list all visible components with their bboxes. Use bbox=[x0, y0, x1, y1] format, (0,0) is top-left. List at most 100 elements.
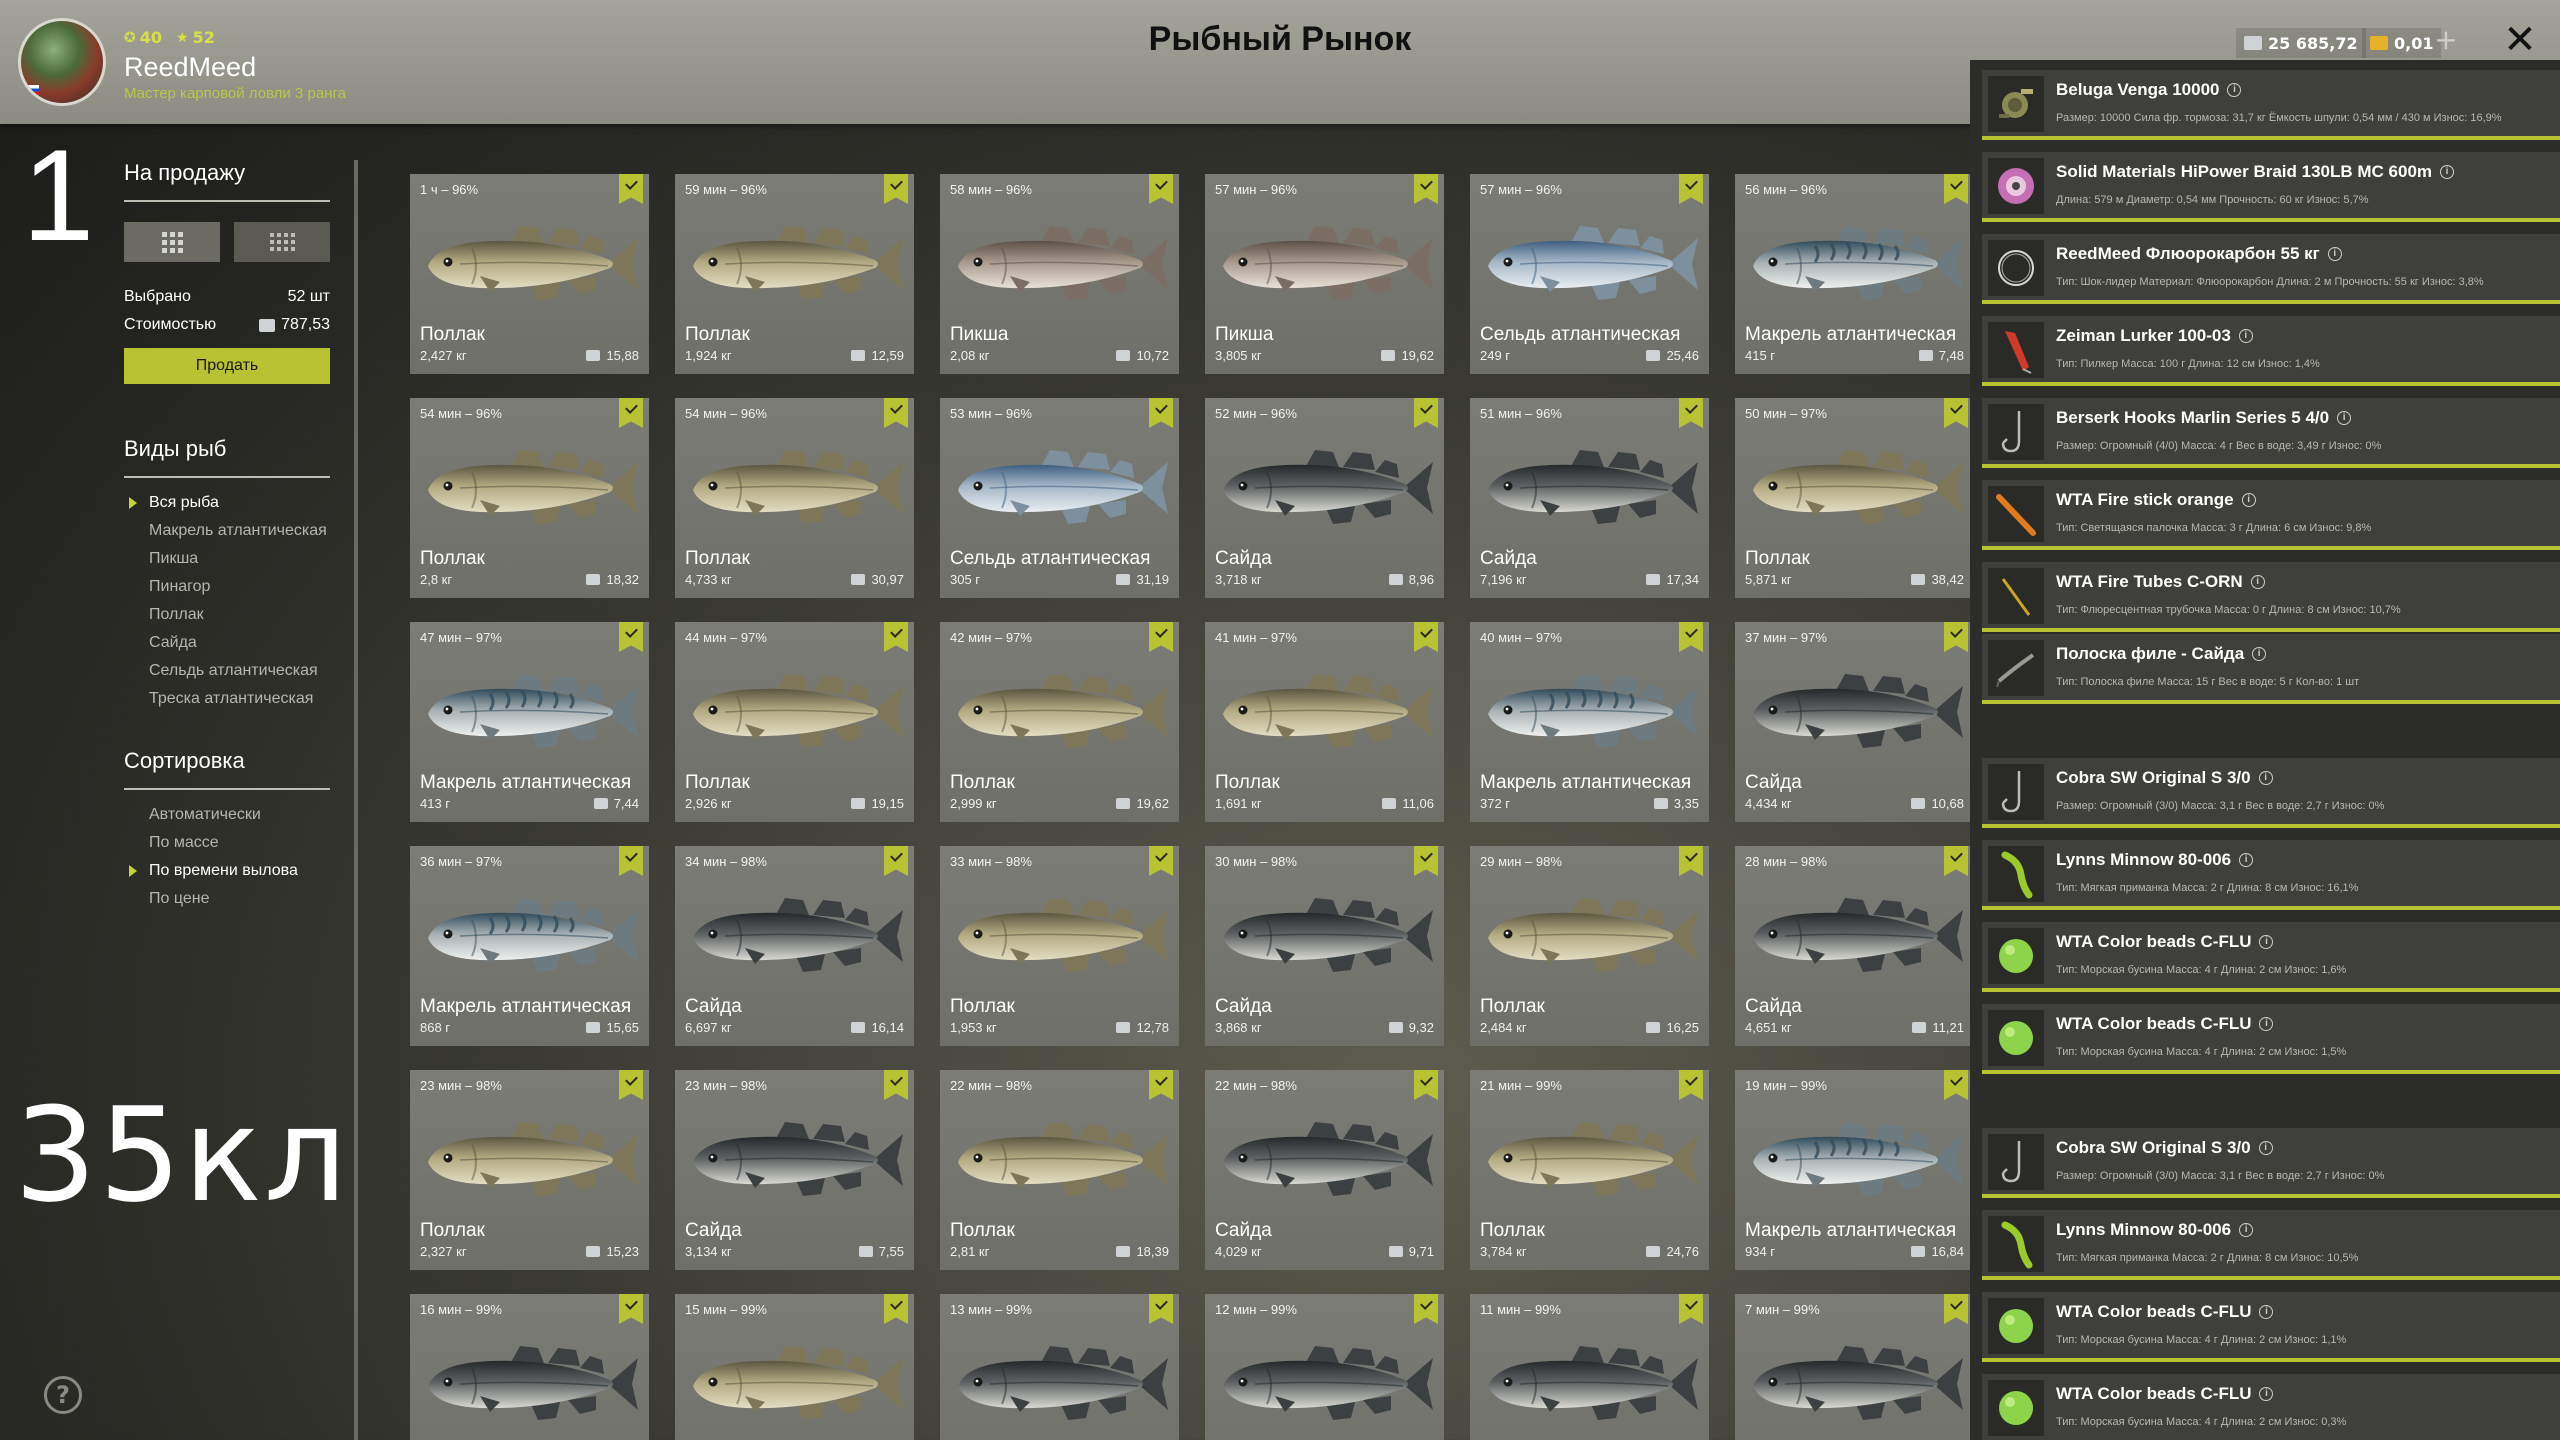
fish-card[interactable]: 22 мин – 98% Поллак 2,81 кг 18,39 bbox=[940, 1070, 1179, 1270]
fish-card[interactable]: 1 ч – 96% Поллак 2,427 кг 15,88 bbox=[410, 174, 649, 374]
selected-check-icon[interactable] bbox=[1414, 1070, 1438, 1100]
fish-card[interactable]: 23 мин – 98% Сайда 3,134 кг 7,55 bbox=[675, 1070, 914, 1270]
tackle-item[interactable]: Cobra SW Original S 3/0 i Размер: Огромный… bbox=[1982, 758, 2560, 828]
selected-check-icon[interactable] bbox=[619, 1070, 643, 1100]
fish-card[interactable]: 57 мин – 96% Сельдь атлантическая 249 г 25,… bbox=[1470, 174, 1709, 374]
selected-check-icon[interactable] bbox=[1414, 622, 1438, 652]
fish-card[interactable]: 54 мин – 96% Поллак 2,8 кг 18,32 bbox=[410, 398, 649, 598]
fish-card[interactable]: 37 мин – 97% Сайда 4,434 кг 10,68 bbox=[1735, 622, 1970, 822]
info-icon[interactable]: i bbox=[2250, 575, 2265, 589]
selected-check-icon[interactable] bbox=[619, 398, 643, 428]
info-icon[interactable]: i bbox=[2440, 165, 2455, 179]
selected-check-icon[interactable] bbox=[1944, 174, 1968, 204]
selected-check-icon[interactable] bbox=[1149, 622, 1173, 652]
species-filter-item[interactable]: Макрель атлантическая bbox=[124, 522, 330, 540]
info-icon[interactable]: i bbox=[2258, 1141, 2273, 1155]
info-icon[interactable]: i bbox=[2227, 83, 2242, 97]
species-filter-item[interactable]: Треска атлантическая bbox=[124, 690, 330, 708]
tackle-item[interactable]: Beluga Venga 10000 i Размер: 10000 Сила фр… bbox=[1982, 70, 2560, 140]
fish-card[interactable]: 16 мин – 99% bbox=[410, 1294, 649, 1440]
selected-check-icon[interactable] bbox=[1944, 398, 1968, 428]
fish-card[interactable]: 59 мин – 96% Поллак 1,924 кг 12,59 bbox=[675, 174, 914, 374]
selected-check-icon[interactable] bbox=[1944, 1070, 1968, 1100]
selected-check-icon[interactable] bbox=[619, 622, 643, 652]
fish-card[interactable]: 51 мин – 96% Сайда 7,196 кг 17,34 bbox=[1470, 398, 1709, 598]
fish-card[interactable]: 56 мин – 96% Макрель атлантическая 415 г 7,… bbox=[1735, 174, 1970, 374]
tackle-item[interactable]: WTA Fire Tubes C-ORN i Тип: Флюресцентная … bbox=[1982, 562, 2560, 632]
fish-card[interactable]: 54 мин – 96% Поллак 4,733 кг 30,97 bbox=[675, 398, 914, 598]
close-button[interactable]: ✕ bbox=[2500, 18, 2540, 62]
info-icon[interactable]: i bbox=[2239, 853, 2254, 867]
selected-check-icon[interactable] bbox=[1149, 174, 1173, 204]
species-filter-item[interactable]: Пинагор bbox=[124, 578, 330, 596]
selected-check-icon[interactable] bbox=[619, 1294, 643, 1324]
help-button[interactable]: ? bbox=[44, 1376, 82, 1414]
tackle-item[interactable]: ReedMeed Флюорокарбон 55 кг i Тип: Шок-лид… bbox=[1982, 234, 2560, 304]
info-icon[interactable]: i bbox=[2238, 329, 2253, 343]
large-grid-view-button[interactable] bbox=[124, 222, 220, 262]
fish-card[interactable]: 23 мин – 98% Поллак 2,327 кг 15,23 bbox=[410, 1070, 649, 1270]
info-icon[interactable]: i bbox=[2258, 771, 2273, 785]
tackle-item[interactable]: WTA Color beads C-FLU i Тип: Морская бусин… bbox=[1982, 1004, 2560, 1074]
species-filter-item[interactable]: Вся рыба bbox=[124, 494, 330, 512]
selected-check-icon[interactable] bbox=[619, 846, 643, 876]
tackle-item[interactable]: Zeiman Lurker 100-03 i Тип: Пилкер Масса: … bbox=[1982, 316, 2560, 386]
fish-card[interactable]: 42 мин – 97% Поллак 2,999 кг 19,62 bbox=[940, 622, 1179, 822]
selected-check-icon[interactable] bbox=[1414, 846, 1438, 876]
tackle-item[interactable]: Solid Materials HiPower Braid 130LB MC 6… bbox=[1982, 152, 2560, 222]
info-icon[interactable]: i bbox=[2252, 647, 2267, 661]
info-icon[interactable]: i bbox=[2259, 935, 2274, 949]
small-grid-view-button[interactable] bbox=[234, 222, 330, 262]
fish-card[interactable]: 29 мин – 98% Поллак 2,484 кг 16,25 bbox=[1470, 846, 1709, 1046]
tackle-item[interactable]: Lynns Minnow 80-006 i Тип: Мягкая приманка… bbox=[1982, 1210, 2560, 1280]
selected-check-icon[interactable] bbox=[1679, 398, 1703, 428]
selected-check-icon[interactable] bbox=[1414, 398, 1438, 428]
fish-card[interactable]: 40 мин – 97% Макрель атлантическая 372 г 3,… bbox=[1470, 622, 1709, 822]
fish-card[interactable]: 47 мин – 97% Макрель атлантическая 413 г 7,… bbox=[410, 622, 649, 822]
fish-card[interactable]: 28 мин – 98% Сайда 4,651 кг 11,21 bbox=[1735, 846, 1970, 1046]
selected-check-icon[interactable] bbox=[1414, 174, 1438, 204]
tackle-item[interactable]: WTA Color beads C-FLU i Тип: Морская бусин… bbox=[1982, 1292, 2560, 1362]
sort-option-item[interactable]: По времени вылова bbox=[124, 862, 330, 880]
sell-button[interactable]: Продать bbox=[124, 348, 330, 384]
species-filter-item[interactable]: Сельдь атлантическая bbox=[124, 662, 330, 680]
fish-card[interactable]: 34 мин – 98% Сайда 6,697 кг 16,14 bbox=[675, 846, 914, 1046]
fish-card[interactable]: 7 мин – 99% bbox=[1735, 1294, 1970, 1440]
species-filter-item[interactable]: Пикша bbox=[124, 550, 330, 568]
tackle-item[interactable]: WTA Color beads C-FLU i Тип: Морская бусин… bbox=[1982, 922, 2560, 992]
selected-check-icon[interactable] bbox=[884, 1070, 908, 1100]
selected-check-icon[interactable] bbox=[1944, 846, 1968, 876]
selected-check-icon[interactable] bbox=[1679, 846, 1703, 876]
tackle-item[interactable]: WTA Fire stick orange i Тип: Светящаяся па… bbox=[1982, 480, 2560, 550]
info-icon[interactable]: i bbox=[2327, 247, 2342, 261]
selected-check-icon[interactable] bbox=[884, 174, 908, 204]
sort-option-item[interactable]: Автоматически bbox=[124, 806, 330, 824]
selected-check-icon[interactable] bbox=[1679, 622, 1703, 652]
fish-card[interactable]: 15 мин – 99% bbox=[675, 1294, 914, 1440]
fish-card[interactable]: 19 мин – 99% Макрель атлантическая 934 г 16… bbox=[1735, 1070, 1970, 1270]
tackle-item[interactable]: Lynns Minnow 80-006 i Тип: Мягкая приманка… bbox=[1982, 840, 2560, 910]
tackle-item[interactable]: Полоска филе - Сайда i Тип: Полоска филе М… bbox=[1982, 634, 2560, 704]
selected-check-icon[interactable] bbox=[884, 398, 908, 428]
fish-card[interactable]: 12 мин – 99% bbox=[1205, 1294, 1444, 1440]
selected-check-icon[interactable] bbox=[1149, 1294, 1173, 1324]
selected-check-icon[interactable] bbox=[1149, 1070, 1173, 1100]
selected-check-icon[interactable] bbox=[1414, 1294, 1438, 1324]
info-icon[interactable]: i bbox=[2241, 493, 2256, 507]
selected-check-icon[interactable] bbox=[1149, 398, 1173, 428]
selected-check-icon[interactable] bbox=[1679, 1294, 1703, 1324]
fish-card[interactable]: 53 мин – 96% Сельдь атлантическая 305 г 31,… bbox=[940, 398, 1179, 598]
selected-check-icon[interactable] bbox=[884, 622, 908, 652]
selected-check-icon[interactable] bbox=[1679, 174, 1703, 204]
selected-check-icon[interactable] bbox=[1944, 1294, 1968, 1324]
info-icon[interactable]: i bbox=[2259, 1305, 2274, 1319]
fish-card[interactable]: 44 мин – 97% Поллак 2,926 кг 19,15 bbox=[675, 622, 914, 822]
selected-check-icon[interactable] bbox=[1149, 846, 1173, 876]
tackle-item[interactable]: Cobra SW Original S 3/0 i Размер: Огромный… bbox=[1982, 1128, 2560, 1198]
selected-check-icon[interactable] bbox=[884, 846, 908, 876]
fish-card[interactable]: 57 мин – 96% Пикша 3,805 кг 19,62 bbox=[1205, 174, 1444, 374]
add-currency-button[interactable]: + bbox=[2432, 26, 2460, 56]
tackle-item[interactable]: WTA Color beads C-FLU i Тип: Морская бусин… bbox=[1982, 1374, 2560, 1440]
info-icon[interactable]: i bbox=[2337, 411, 2352, 425]
sort-option-item[interactable]: По массе bbox=[124, 834, 330, 852]
